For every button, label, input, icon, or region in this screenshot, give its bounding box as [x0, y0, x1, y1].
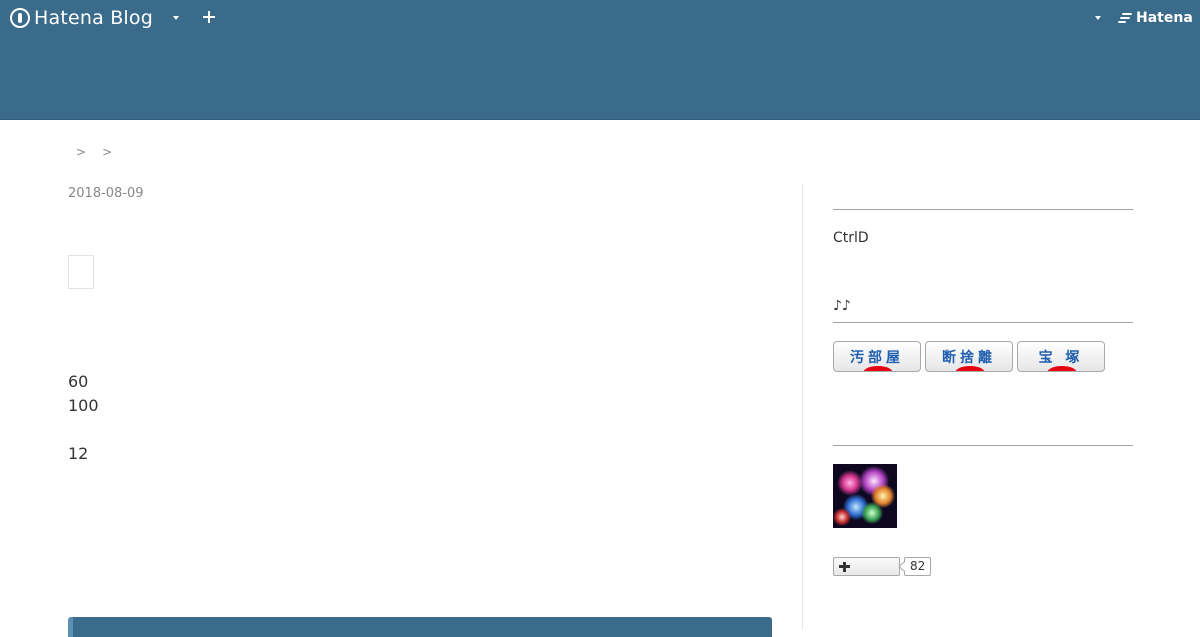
plus-icon[interactable] — [203, 11, 215, 23]
entry-date[interactable]: 2018-08-09 — [68, 186, 144, 201]
sidebar-divider — [833, 445, 1133, 446]
badge-button[interactable]: 汚部屋 — [833, 341, 921, 372]
hatena-link[interactable]: Hatena — [1118, 10, 1193, 26]
user-menu-chevron-down-icon[interactable] — [1095, 16, 1101, 20]
entry-line: 12 — [68, 444, 89, 463]
breadcrumb-separator: > — [102, 145, 113, 159]
blog-village-badges: 汚部屋 断捨離 宝 塚 — [833, 341, 1105, 372]
logo-text: Hatena Blog — [34, 7, 153, 29]
profile-id[interactable]: CtrlD — [833, 230, 869, 246]
blog-header: Hatena Blog Hatena — [0, 0, 1200, 120]
column-divider — [802, 184, 803, 630]
badge-label: 宝 塚 — [1038, 350, 1084, 366]
entry-image-placeholder — [68, 255, 94, 289]
entry-footer-bar — [68, 617, 772, 637]
hatena-text: Hatena — [1136, 10, 1193, 26]
global-header-bar: Hatena Blog Hatena — [0, 0, 1200, 36]
plus-icon-bar — [839, 565, 850, 568]
badge-button[interactable]: 断捨離 — [925, 341, 1013, 372]
hatena-blog-logo[interactable]: Hatena Blog — [10, 6, 153, 30]
badge-label: 断捨離 — [942, 350, 996, 366]
entry-body: 60 100 12 — [68, 370, 99, 466]
entry-line: 100 — [68, 396, 99, 415]
sidebar-section-title: ♪♪ — [833, 298, 851, 314]
sidebar-divider — [833, 209, 1133, 210]
hatena-wifi-icon — [1118, 13, 1132, 23]
badge-button[interactable]: 宝 塚 — [1017, 341, 1105, 372]
subscriber-count: 82 — [904, 557, 932, 576]
subscribe-widget: 82 — [833, 557, 932, 576]
badge-label: 汚部屋 — [850, 350, 904, 366]
hatena-blog-logo-icon — [10, 8, 30, 28]
entry-line: 60 — [68, 372, 89, 391]
breadcrumb-separator: > — [76, 145, 87, 159]
chevron-down-icon[interactable] — [173, 16, 179, 20]
breadcrumb: > > — [76, 145, 112, 159]
sidebar-divider — [833, 322, 1133, 323]
subscribe-button[interactable] — [833, 557, 900, 576]
entry-line — [68, 418, 99, 442]
profile-avatar[interactable] — [833, 464, 897, 528]
